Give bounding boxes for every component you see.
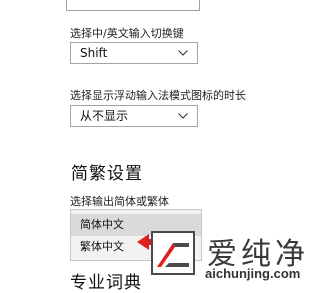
previous-dropdown-edge [66,0,200,11]
chevron-down-icon [178,50,188,56]
switch-key-label: 选择中/英文输入切换键 [70,27,184,40]
watermark-logo-icon [151,231,195,275]
watermark-url: aichunjing.com [205,266,301,281]
switch-key-dropdown[interactable]: Shift [70,42,198,64]
section-title-dictionary: 专业词典 [70,273,142,293]
switch-key-value: Shift [80,46,108,60]
float-duration-label: 选择显示浮动输入法模式图标的时长 [70,89,246,102]
float-duration-dropdown[interactable]: 从不显示 [70,105,198,127]
chevron-down-icon [178,113,188,119]
section-title-simplified-traditional: 简繁设置 [71,164,143,184]
float-duration-value: 从不显示 [80,109,129,123]
output-script-label: 选择输出简体或繁体 [70,195,169,208]
